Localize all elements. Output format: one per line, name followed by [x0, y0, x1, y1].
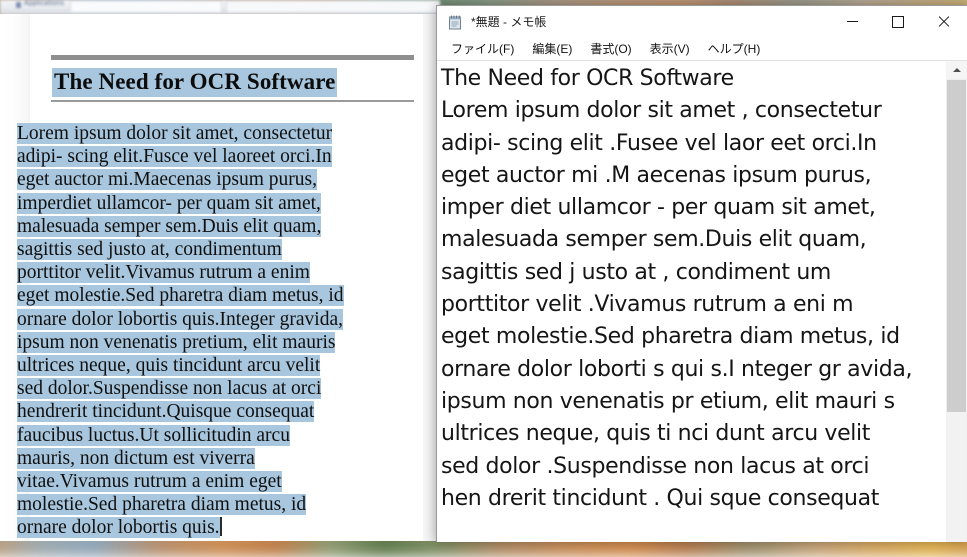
document-body-line: eget molestie.Sed pharetra diam metus, i…	[17, 284, 421, 307]
notepad-text-line: sagittis sed j usto at , condiment um	[441, 259, 832, 285]
window-controls	[829, 6, 967, 37]
document-body-line: porttitor velit.Vivamus rutrum a enim	[17, 261, 421, 284]
background-window-tab[interactable]	[70, 0, 222, 12]
selected-text: Lorem ipsum dolor sit amet, consectetur	[17, 123, 333, 144]
selected-text: imperdiet ullamcor- per quam sit amet,	[17, 192, 321, 214]
maximize-button[interactable]	[875, 6, 921, 37]
document-body-line: imperdiet ullamcor- per quam sit amet,	[17, 192, 421, 215]
close-button[interactable]	[921, 6, 967, 37]
background-window-tab-strip	[70, 0, 440, 12]
selected-text: ornare dolor lobortis quis.Integer gravi…	[17, 308, 343, 330]
document-body-line: molestie.Sed pharetra diam metus, id	[17, 493, 421, 516]
document-body-line: faucibus luctus.Ut sollicitudin arcu	[17, 424, 421, 447]
document-rule-top	[51, 55, 414, 60]
selected-text: adipi- scing elit.Fusce vel laoreet orci…	[17, 146, 332, 168]
notepad-text-line: ornare dolor loborti s qui s.I nteger gr…	[441, 356, 913, 382]
menu-help[interactable]: ヘルプ(H)	[699, 38, 770, 60]
notepad-text-area[interactable]: The Need for OCR Software Lorem ipsum dol…	[437, 61, 946, 542]
minimize-icon	[846, 21, 858, 22]
selected-text: eget molestie.Sed pharetra diam metus, i…	[17, 285, 344, 307]
page-edge-right	[423, 14, 437, 541]
document-body-text[interactable]: Lorem ipsum dolor sit amet, consectetur a…	[17, 122, 421, 540]
scrollbar-up-button[interactable]	[946, 61, 967, 79]
menu-edit[interactable]: 編集(E)	[523, 38, 581, 60]
notepad-titlebar[interactable]: *無題 - メモ帳	[437, 6, 967, 37]
menu-format[interactable]: 書式(O)	[581, 38, 640, 60]
notepad-text-line: sed dolor .Suspendisse non lacus at orci	[441, 453, 870, 479]
document-body-line: malesuada semper sem.Duis elit quam,	[17, 215, 421, 238]
document-body-line: sed dolor.Suspendisse non lacus at orci	[17, 377, 421, 400]
notepad-text-line: ipsum non venenatis pr etium, elit mauri…	[441, 388, 895, 414]
selected-text: ipsum non venenatis pretium, elit mauris	[17, 331, 336, 353]
scrollbar-track[interactable]	[947, 412, 966, 542]
selected-text: sed dolor.Suspendisse non lacus at orci	[17, 378, 322, 400]
notepad-text-line: eget molestie.Sed pharetra diam metus, i…	[441, 324, 900, 350]
selected-text: malesuada semper sem.Duis elit quam,	[17, 215, 322, 237]
document-body-line: adipi- scing elit.Fusce vel laoreet orci…	[17, 145, 421, 168]
chevron-up-icon	[952, 68, 961, 72]
close-icon	[938, 16, 950, 28]
notepad-text-line: hen drerit tincidunt . Qui sque consequa…	[441, 485, 880, 511]
text-caret	[219, 517, 222, 537]
document-body-line: sagittis sed justo at, condimentum	[17, 238, 421, 261]
document-pane[interactable]: The Need for OCR Software Lorem ipsum do…	[0, 14, 437, 541]
notepad-vertical-scrollbar[interactable]	[945, 61, 967, 542]
selected-text: ultrices neque, quis tincidunt arcu veli…	[17, 355, 321, 377]
notepad-text-line: imper diet ullamcor - per quam sit amet,	[441, 195, 876, 221]
selected-text: eget auctor mi.Maecenas ipsum purus,	[17, 169, 317, 191]
notepad-text-line: porttitor velit .Vivamus rutrum a eni m	[441, 292, 854, 318]
document-rule-bottom	[51, 100, 414, 102]
background-window-tab-label: Applications	[24, 0, 65, 7]
menu-file[interactable]: ファイル(F)	[442, 38, 523, 60]
selected-text: faucibus luctus.Ut sollicitudin arcu	[17, 424, 290, 446]
document-body-line: vitae.Vivamus rutrum a enim eget	[17, 470, 421, 493]
scrollbar-thumb[interactable]	[947, 80, 966, 412]
document-body-line: ornare dolor lobortis quis.Integer gravi…	[17, 308, 421, 331]
background-window-person-icon	[16, 2, 21, 8]
notepad-title-text: *無題 - メモ帳	[471, 15, 547, 29]
notepad-text-line: Lorem ipsum dolor sit amet , consectetur	[441, 98, 882, 124]
selected-text: sagittis sed justo at, condimentum	[17, 239, 282, 261]
document-body-line: ultrices neque, quis tincidunt arcu veli…	[17, 354, 421, 377]
selected-text: mauris, non dictum est viverra	[17, 447, 255, 469]
document-title: The Need for OCR Software	[52, 68, 338, 97]
minimize-button[interactable]	[829, 6, 875, 37]
selected-text: porttitor velit.Vivamus rutrum a enim	[17, 262, 310, 284]
menu-view[interactable]: 表示(V)	[641, 38, 699, 60]
notepad-text-line: adipi- scing elit .Fusee vel laor eet or…	[441, 130, 877, 156]
selected-text: hendrerit tincidunt.Quisque consequat	[17, 401, 315, 423]
document-body-line: Lorem ipsum dolor sit amet, consectetur	[17, 122, 421, 145]
document-body-line: mauris, non dictum est viverra	[17, 447, 421, 470]
document-body-line: eget auctor mi.Maecenas ipsum purus,	[17, 168, 421, 191]
notepad-text-line: malesuada semper sem.Duis elit quam,	[441, 227, 867, 253]
document-body-line: hendrerit tincidunt.Quisque consequat	[17, 400, 421, 423]
selected-text: vitae.Vivamus rutrum a enim eget	[17, 471, 282, 493]
notepad-text-line: The Need for OCR Software	[441, 66, 734, 91]
notepad-menubar: ファイル(F) 編集(E) 書式(O) 表示(V) ヘルプ(H)	[437, 37, 967, 61]
notepad-icon	[447, 14, 463, 30]
selected-text: molestie.Sed pharetra diam metus, id	[17, 494, 307, 516]
document-body-line: ornare dolor lobortis quis.	[17, 516, 421, 539]
background-app-window[interactable]: Applications	[0, 0, 440, 15]
notepad-window[interactable]: *無題 - メモ帳 ファイル(F) 編集(E) 書式(O) 表示(V) ヘルプ(H) T…	[436, 5, 967, 542]
background-window-tab[interactable]	[226, 0, 440, 12]
document-body-line: ipsum non venenatis pretium, elit mauris	[17, 331, 421, 354]
notepad-text-line: eget auctor mi .M aecenas ipsum purus,	[441, 162, 872, 188]
maximize-icon	[892, 15, 904, 28]
selected-text: ornare dolor lobortis quis.	[17, 517, 220, 539]
notepad-text-line: ultrices neque, quis ti nci dunt arcu ve…	[441, 421, 871, 447]
